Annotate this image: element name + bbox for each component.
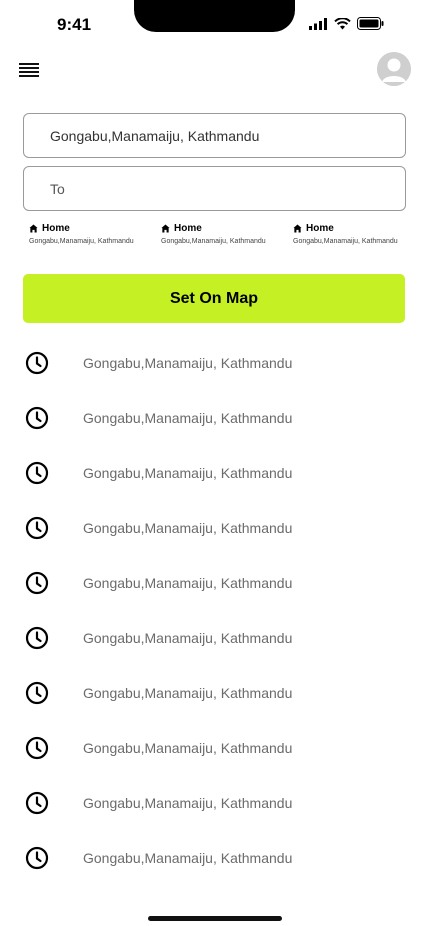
history-address: Gongabu,Manamaiju, Kathmandu bbox=[83, 850, 293, 866]
signal-icon bbox=[309, 17, 327, 30]
saved-place-title: Home bbox=[42, 223, 70, 234]
clock-icon bbox=[25, 571, 49, 595]
status-icons bbox=[309, 17, 384, 30]
status-bar: 9:41 bbox=[0, 0, 428, 50]
status-time: 9:41 bbox=[57, 15, 92, 34]
history-item[interactable]: Gongabu,Manamaiju, Kathmandu bbox=[0, 720, 428, 775]
clock-icon bbox=[25, 626, 49, 650]
clock-icon bbox=[25, 846, 49, 870]
saved-place-item[interactable]: Home Gongabu,Manamaiju, Kathmandu bbox=[293, 223, 423, 245]
history-item[interactable]: Gongabu,Manamaiju, Kathmandu bbox=[0, 775, 428, 830]
clock-icon bbox=[25, 791, 49, 815]
home-indicator bbox=[148, 916, 282, 921]
clock-icon bbox=[25, 736, 49, 760]
battery-icon bbox=[357, 17, 384, 30]
user-avatar-icon[interactable] bbox=[377, 52, 411, 86]
to-field[interactable] bbox=[23, 166, 406, 211]
history-item[interactable]: Gongabu,Manamaiju, Kathmandu bbox=[0, 830, 428, 885]
history-address: Gongabu,Manamaiju, Kathmandu bbox=[83, 740, 293, 756]
saved-place-item[interactable]: Home Gongabu,Manamaiju, Kathmandu bbox=[161, 223, 291, 245]
wifi-icon bbox=[334, 17, 351, 29]
saved-place-title: Home bbox=[174, 223, 202, 234]
history-item[interactable]: Gongabu,Manamaiju, Kathmandu bbox=[0, 335, 428, 390]
history-item[interactable]: Gongabu,Manamaiju, Kathmandu bbox=[0, 445, 428, 500]
saved-places: Home Gongabu,Manamaiju, Kathmandu Home G… bbox=[29, 223, 428, 255]
history-address: Gongabu,Manamaiju, Kathmandu bbox=[83, 410, 293, 426]
clock-icon bbox=[25, 681, 49, 705]
history-address: Gongabu,Manamaiju, Kathmandu bbox=[83, 355, 293, 371]
clock-icon bbox=[25, 351, 49, 375]
from-input[interactable] bbox=[50, 127, 405, 144]
clock-icon bbox=[25, 406, 49, 430]
history-item[interactable]: Gongabu,Manamaiju, Kathmandu bbox=[0, 555, 428, 610]
history-item[interactable]: Gongabu,Manamaiju, Kathmandu bbox=[0, 610, 428, 665]
history-address: Gongabu,Manamaiju, Kathmandu bbox=[83, 465, 293, 481]
home-icon bbox=[293, 224, 302, 233]
history-address: Gongabu,Manamaiju, Kathmandu bbox=[83, 520, 293, 536]
menu-icon[interactable] bbox=[19, 63, 39, 79]
history-address: Gongabu,Manamaiju, Kathmandu bbox=[83, 795, 293, 811]
saved-place-address: Gongabu,Manamaiju, Kathmandu bbox=[161, 238, 266, 245]
clock-icon bbox=[25, 516, 49, 540]
history-address: Gongabu,Manamaiju, Kathmandu bbox=[83, 575, 293, 591]
history-item[interactable]: Gongabu,Manamaiju, Kathmandu bbox=[0, 390, 428, 445]
saved-place-title: Home bbox=[306, 223, 334, 234]
history-item[interactable]: Gongabu,Manamaiju, Kathmandu bbox=[0, 500, 428, 555]
saved-place-address: Gongabu,Manamaiju, Kathmandu bbox=[293, 238, 398, 245]
clock-icon bbox=[25, 461, 49, 485]
device-notch bbox=[134, 0, 295, 32]
set-on-map-button[interactable]: Set On Map bbox=[23, 274, 405, 323]
history-item[interactable]: Gongabu,Manamaiju, Kathmandu bbox=[0, 665, 428, 720]
history-address: Gongabu,Manamaiju, Kathmandu bbox=[83, 685, 293, 701]
from-field[interactable] bbox=[23, 113, 406, 158]
home-icon bbox=[29, 224, 38, 233]
home-icon bbox=[161, 224, 170, 233]
saved-place-item[interactable]: Home Gongabu,Manamaiju, Kathmandu bbox=[29, 223, 159, 245]
history-address: Gongabu,Manamaiju, Kathmandu bbox=[83, 630, 293, 646]
saved-place-address: Gongabu,Manamaiju, Kathmandu bbox=[29, 238, 134, 245]
to-input[interactable] bbox=[50, 180, 405, 197]
